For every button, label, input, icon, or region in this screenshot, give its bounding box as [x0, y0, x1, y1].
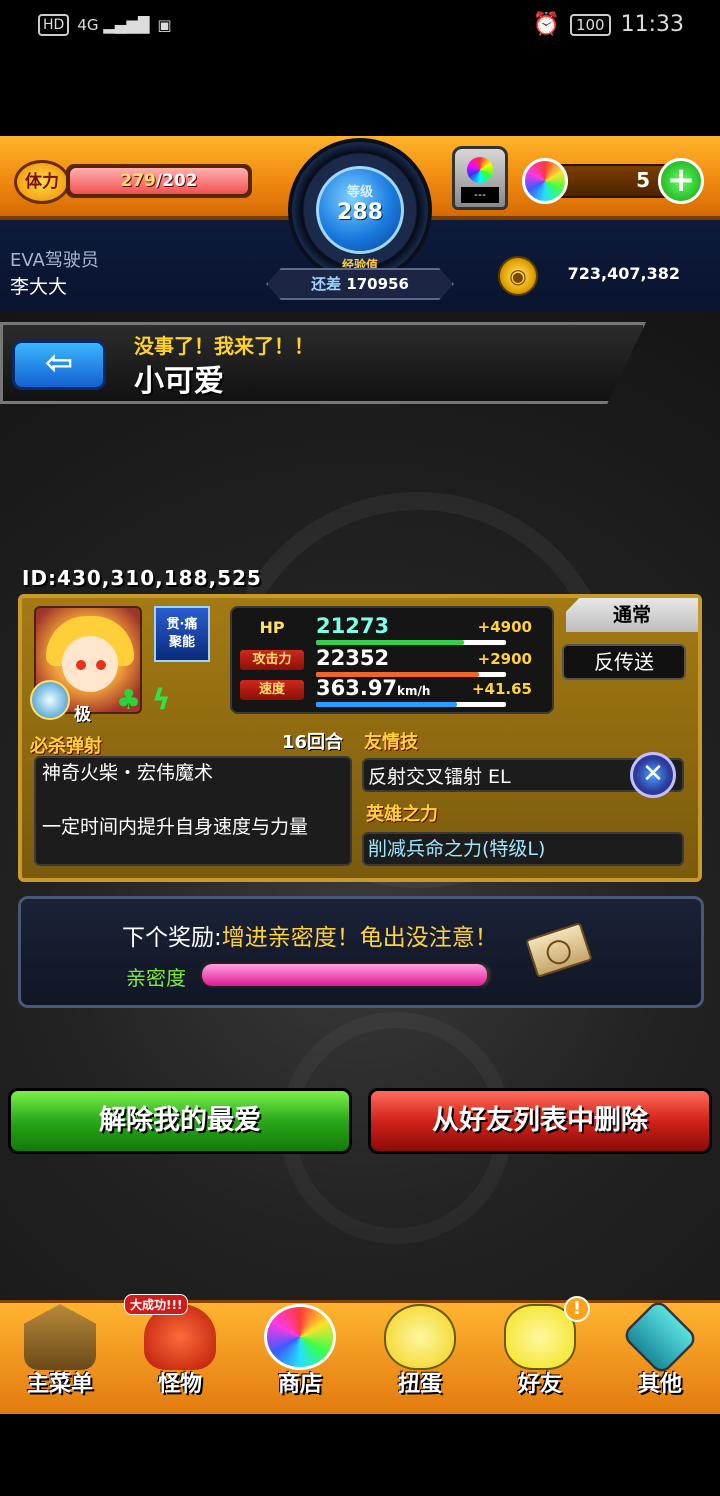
user-name: 李大大 — [10, 276, 68, 298]
gauge-icon[interactable]: --- — [452, 146, 508, 210]
battery-icon: 100 — [569, 13, 611, 36]
alarm-icon: ⏰ — [532, 12, 560, 37]
stat-bonus: +2900 — [477, 650, 532, 668]
rank-badge[interactable]: 等级 288 — [316, 166, 404, 254]
nav-item-monsters[interactable]: 大成功!!! 怪物 — [122, 1294, 238, 1410]
stat-label: 攻击力 — [240, 650, 304, 670]
strike-shot-label: 必杀弹射 — [30, 736, 102, 757]
nav-badge: 大成功!!! — [124, 1294, 189, 1315]
nav-label: 好友 — [517, 1372, 562, 1397]
stat-label: HP — [259, 618, 285, 637]
monster-abilities: ♣ ϟ — [30, 680, 178, 720]
reward-panel — [18, 896, 704, 1008]
stats-panel: HP 21273 +4900 攻击力 22352 +2900 速度 363.97… — [230, 606, 554, 714]
stat-bonus: +4900 — [477, 618, 532, 636]
hero-label: 英雄之力 — [366, 804, 438, 825]
friendship-cross-icon: ✕ — [630, 752, 676, 798]
user-title: EVA驾驶员 — [10, 250, 99, 271]
hero-name: 削减兵命之力(特级L) — [368, 838, 546, 860]
stamina-value: 279/202 — [70, 168, 248, 194]
stat-bonus: +41.65 — [471, 680, 532, 698]
stat-row-speed: 速度 363.97km/h +41.65 — [232, 676, 556, 707]
orb-gauge-icon — [467, 157, 493, 183]
reward-value: 增进亲密度！龟出没注意！ — [221, 925, 498, 951]
friend-subtitle: 没事了！我来了！！ — [134, 334, 314, 358]
affinity-fill — [202, 964, 488, 986]
clover-icon: ♣ — [116, 683, 142, 716]
egg-icon — [384, 1304, 456, 1370]
next-reward: 下个奖励:增进亲密度！龟出没注意！ — [122, 918, 498, 952]
buy-orbs-button[interactable]: + — [658, 158, 704, 204]
friend-name: 小可爱 — [134, 364, 224, 399]
ability-badge-icon: 贯·痛 聚能 — [154, 606, 210, 662]
stat-row-hp: HP 21273 +4900 — [232, 614, 556, 645]
hd-icon: HD — [38, 14, 70, 36]
rank-label: 等级 — [346, 185, 373, 200]
system-nav-area — [0, 1414, 720, 1496]
stat-label: 速度 — [240, 680, 304, 700]
rainbow-orb-icon — [264, 1304, 336, 1370]
nav-label: 主菜单 — [26, 1372, 93, 1397]
nav-label: 商店 — [277, 1372, 322, 1397]
affinity-label: 亲密度 — [126, 966, 186, 990]
strike-shot-name: 神奇火柴・宏伟魔术 — [42, 762, 214, 784]
status-bar: HD 4G ▂▄▆█ ▣ ⏰ 100 11:33 — [0, 0, 720, 56]
clock: 11:33 — [620, 12, 684, 37]
nav-item-main-menu[interactable]: 主菜单 — [2, 1296, 118, 1410]
gate-icon — [24, 1304, 96, 1370]
remove-friend-button[interactable]: 从好友列表中删除 — [368, 1088, 712, 1154]
ability-tag[interactable]: 反传送 — [562, 644, 686, 680]
nav-label: 怪物 — [157, 1372, 202, 1397]
nav-alert: ! — [564, 1296, 590, 1322]
friendship-label: 友情技 — [364, 732, 418, 753]
coin-value: 723,407,382 — [567, 264, 680, 283]
portrait-eye — [76, 660, 86, 670]
unfavorite-button[interactable]: 解除我的最爱 — [8, 1088, 352, 1154]
strike-shot-turns: 16回合 — [282, 732, 344, 753]
gauge-display: --- — [461, 187, 499, 203]
nav-label: 其他 — [637, 1372, 682, 1397]
stat-row-attack: 攻击力 22352 +2900 — [232, 646, 556, 677]
signal-4g-icon: 4G ▂▄▆█ — [77, 16, 150, 34]
friendship-name: 反射交叉镭射 EL — [368, 766, 511, 788]
stat-value: 21273 — [316, 614, 390, 638]
rainbow-orb-icon — [522, 158, 568, 204]
stat-value: 363.97km/h — [316, 676, 431, 700]
strike-shot-desc: 一定时间内提升自身速度与力量 — [42, 816, 309, 838]
nav-item-shop[interactable]: 商店 — [242, 1296, 358, 1410]
reward-label: 下个奖励: — [122, 925, 222, 951]
stamina-bar[interactable]: 279/202 — [66, 164, 252, 198]
gauge-ring-icon — [30, 680, 70, 720]
rarity-label: 极 — [74, 705, 91, 725]
affinity-bar — [200, 962, 492, 988]
nav-label: 扭蛋 — [397, 1372, 442, 1397]
exp-remaining: 还差 170956 — [266, 268, 454, 300]
portrait-eye — [96, 660, 106, 670]
vibrate-icon: ▣ — [157, 16, 172, 34]
coin-icon: ◉ — [498, 256, 538, 296]
player-id: ID:430,310,188,525 — [22, 566, 262, 590]
nav-item-other[interactable]: 其他 — [602, 1296, 718, 1410]
stamina-icon: 体力 — [14, 160, 70, 204]
stat-value: 22352 — [316, 646, 390, 670]
lightning-icon: ϟ — [152, 683, 171, 716]
nav-item-friends[interactable]: ! 好友 — [482, 1296, 598, 1410]
orb-count: 5 — [636, 168, 650, 192]
type-tag: 通常 — [566, 598, 698, 632]
question-icon — [620, 1297, 700, 1377]
rank-value: 288 — [337, 200, 383, 225]
nav-item-gacha[interactable]: 扭蛋 — [362, 1296, 478, 1410]
back-button[interactable]: ⇦ — [12, 340, 106, 390]
